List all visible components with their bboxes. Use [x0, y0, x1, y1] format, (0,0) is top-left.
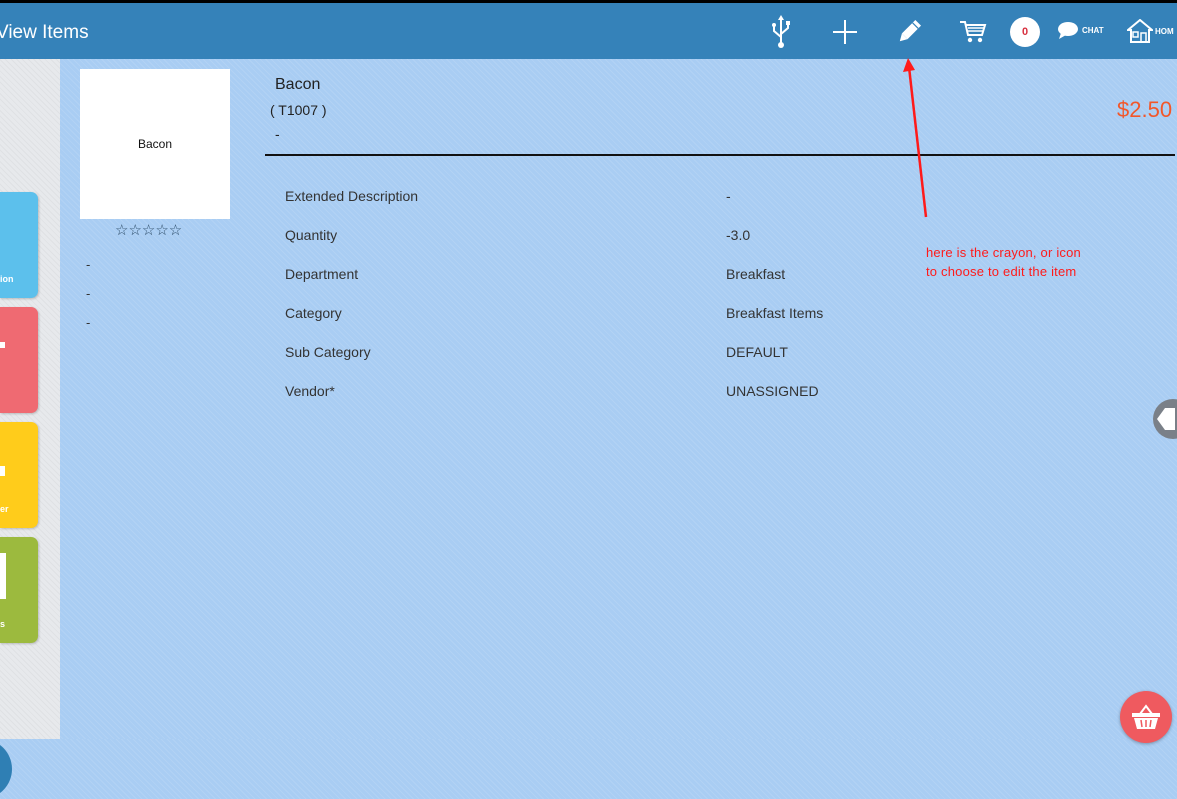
- sidebar-tile-label: s: [0, 619, 6, 629]
- detail-row-category: Category Breakfast Items: [285, 293, 985, 332]
- chat-button[interactable]: CHAT: [1057, 21, 1104, 39]
- item-image[interactable]: Bacon: [80, 69, 230, 219]
- sidebar-tile-label: er: [0, 504, 9, 514]
- item-name: Bacon: [275, 76, 321, 93]
- annotation-line-2: to choose to edit the item: [926, 264, 1077, 279]
- item-price: $2.50: [1117, 97, 1173, 122]
- annotation-arrow: [903, 58, 928, 218]
- rating-stars[interactable]: ☆☆☆☆☆: [115, 223, 182, 239]
- sidebar-tile-2[interactable]: [0, 307, 38, 413]
- detail-label: Category: [285, 305, 342, 321]
- basket-button[interactable]: [1120, 691, 1172, 743]
- detail-value: -: [726, 188, 731, 204]
- detail-value: -3.0: [726, 227, 751, 243]
- detail-label: Sub Category: [285, 344, 371, 360]
- detail-row-extended-description: Extended Description -: [285, 176, 985, 215]
- detail-row-quantity: Quantity -3.0: [285, 215, 985, 254]
- tile-glyph-icon: [0, 466, 5, 476]
- home-button[interactable]: HOM: [1127, 19, 1174, 43]
- sidebar-tile-3[interactable]: er: [0, 422, 38, 528]
- sidebar-tile-1[interactable]: ion: [0, 192, 38, 298]
- detail-label: Extended Description: [285, 188, 419, 204]
- detail-label: Department: [285, 266, 359, 282]
- tile-glyph-icon: [0, 553, 6, 599]
- detail-row-sub-category: Sub Category DEFAULT: [285, 332, 985, 371]
- detail-row-vendor: Vendor* UNASSIGNED: [285, 371, 985, 410]
- side-value: -: [86, 315, 91, 330]
- annotation-line-1: here is the crayon, or icon: [926, 245, 1081, 260]
- item-subtitle: -: [275, 126, 280, 142]
- side-value: -: [86, 286, 91, 301]
- chevron-left-icon: [1157, 408, 1175, 430]
- collapse-handle[interactable]: [1153, 399, 1177, 439]
- tile-glyph-icon: [0, 342, 5, 348]
- detail-row-department: Department Breakfast: [285, 254, 985, 293]
- home-label: HOM: [1155, 26, 1174, 36]
- basket-icon: [1132, 704, 1160, 729]
- top-bar: View Items 0 CHAT HOM: [0, 3, 1177, 59]
- side-value: -: [86, 257, 91, 272]
- usb-icon[interactable]: [766, 13, 796, 51]
- detail-value: Breakfast: [726, 266, 786, 282]
- left-floating-button[interactable]: [0, 739, 12, 799]
- cart-count-badge[interactable]: 0: [1010, 17, 1040, 47]
- pencil-icon[interactable]: [893, 13, 925, 51]
- item-code: ( T1007 ): [270, 102, 327, 118]
- annotation-text: here is the crayon, or icon to choose to…: [926, 243, 1081, 281]
- sidebar-tile-4[interactable]: s: [0, 537, 38, 643]
- detail-label: Quantity: [285, 227, 338, 243]
- rating-text: ☆☆☆☆☆: [115, 222, 183, 239]
- chat-label: CHAT: [1082, 25, 1104, 35]
- item-image-label: Bacon: [137, 137, 173, 151]
- chat-icon: [1058, 22, 1078, 39]
- home-icon: [1127, 19, 1153, 43]
- page-title: View Items: [0, 22, 89, 43]
- sidebar-tile-label: ion: [0, 274, 14, 284]
- detail-label: Vendor*: [285, 383, 335, 399]
- cart-icon[interactable]: [957, 13, 989, 51]
- add-icon[interactable]: [830, 13, 860, 51]
- detail-value: Breakfast Items: [726, 305, 824, 321]
- detail-value: UNASSIGNED: [726, 383, 819, 399]
- header-divider: [265, 154, 1175, 156]
- detail-value: DEFAULT: [726, 344, 788, 360]
